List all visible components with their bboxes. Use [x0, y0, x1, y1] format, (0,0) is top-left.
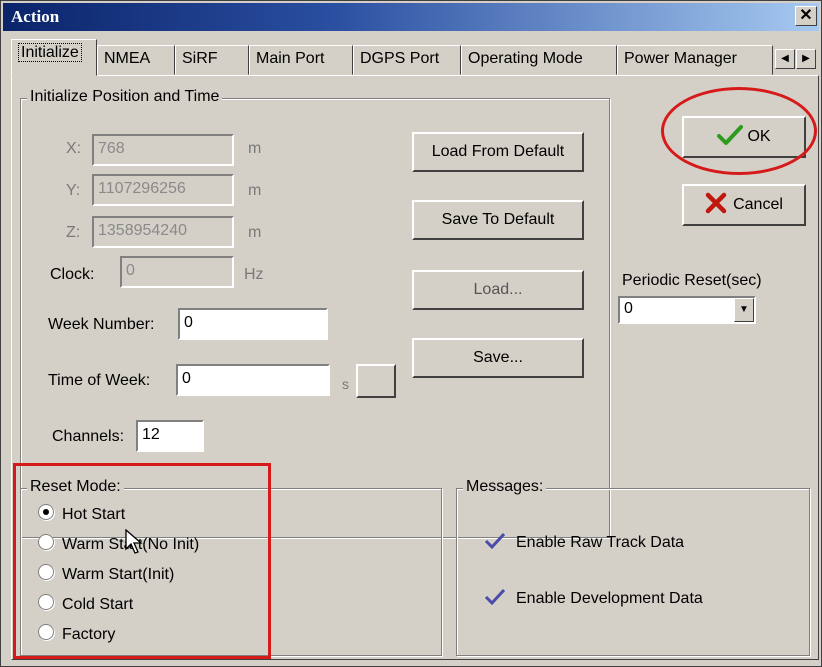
- init-group-title: Initialize Position and Time: [27, 88, 223, 106]
- tab-power-manager[interactable]: Power Manager: [617, 45, 773, 75]
- tab-initialize[interactable]: Initialize: [11, 39, 97, 76]
- radio-selected-icon: [38, 504, 54, 520]
- channels-label: Channels:: [52, 428, 125, 445]
- action-dialog: Action ✕ Initialize NMEA SiRF Main Port …: [0, 0, 822, 667]
- time-of-week-field[interactable]: 0: [176, 364, 330, 396]
- messages-group: Messages:: [456, 478, 810, 656]
- z-label: Z:: [66, 224, 81, 241]
- clock-field[interactable]: 0: [120, 256, 234, 288]
- z-unit: m: [248, 224, 262, 241]
- radio-hot-start[interactable]: Hot Start: [38, 504, 125, 524]
- y-label: Y:: [66, 182, 81, 199]
- load-button[interactable]: Load...: [412, 270, 584, 310]
- radio-icon: [38, 534, 54, 550]
- tab-scroll-right-button[interactable]: ▶: [796, 49, 816, 69]
- ok-label: OK: [747, 128, 771, 145]
- title-bar[interactable]: Action ✕: [3, 3, 819, 31]
- radio-icon: [38, 564, 54, 580]
- cancel-x-icon: [705, 192, 727, 214]
- time-of-week-label: Time of Week:: [48, 372, 151, 389]
- radio-icon: [38, 624, 54, 640]
- x-unit: m: [248, 140, 262, 157]
- periodic-reset-value: 0: [624, 300, 633, 317]
- save-to-default-button[interactable]: Save To Default: [412, 200, 584, 240]
- tab-main-port[interactable]: Main Port: [249, 45, 353, 75]
- tab-operating-mode[interactable]: Operating Mode: [461, 45, 617, 75]
- time-of-week-unit: s: [342, 376, 349, 392]
- checkbox-enable-raw-track-data[interactable]: Enable Raw Track Data: [484, 532, 684, 552]
- initialize-tab-page: Initialize Position and Time X: 768 m Y:…: [11, 75, 819, 660]
- save-button[interactable]: Save...: [412, 338, 584, 378]
- reset-mode-title: Reset Mode:: [27, 478, 124, 496]
- tab-sirf[interactable]: SiRF: [175, 45, 249, 75]
- chevron-down-icon[interactable]: ▼: [734, 298, 754, 322]
- cancel-label: Cancel: [733, 196, 783, 213]
- close-button[interactable]: ✕: [795, 6, 817, 26]
- week-number-label: Week Number:: [48, 316, 155, 333]
- cancel-button[interactable]: Cancel: [682, 184, 806, 226]
- channels-field[interactable]: 12: [136, 420, 204, 452]
- checkmark-icon: [484, 532, 506, 550]
- load-from-default-button[interactable]: Load From Default: [412, 132, 584, 172]
- y-field[interactable]: 1107296256: [92, 174, 234, 206]
- y-unit: m: [248, 182, 262, 199]
- radio-cold-start[interactable]: Cold Start: [38, 594, 133, 614]
- mouse-pointer-icon: [125, 529, 143, 554]
- periodic-reset-select[interactable]: 0 ▼: [618, 296, 756, 324]
- tab-scroll-left-button[interactable]: ◀: [775, 49, 795, 69]
- tab-nmea[interactable]: NMEA: [97, 45, 175, 75]
- periodic-reset-label: Periodic Reset(sec): [622, 272, 762, 289]
- x-field[interactable]: 768: [92, 134, 234, 166]
- checkbox-enable-development-data[interactable]: Enable Development Data: [484, 588, 703, 608]
- tab-strip: Initialize NMEA SiRF Main Port DGPS Port…: [11, 37, 819, 77]
- tab-dgps-port[interactable]: DGPS Port: [353, 45, 461, 75]
- radio-icon: [38, 594, 54, 610]
- checkmark-icon: [484, 588, 506, 606]
- week-number-field[interactable]: 0: [178, 308, 328, 340]
- x-label: X:: [66, 140, 82, 157]
- z-field[interactable]: 1358954240: [92, 216, 234, 248]
- radio-factory[interactable]: Factory: [38, 624, 115, 644]
- ok-button[interactable]: OK: [682, 116, 806, 158]
- checkmark-icon: [717, 125, 744, 145]
- messages-title: Messages:: [463, 478, 547, 496]
- window-title: Action: [11, 7, 60, 26]
- radio-warm-start-no-init[interactable]: Warm Start(No Init): [38, 534, 199, 554]
- clock-unit: Hz: [244, 266, 264, 283]
- radio-warm-start-init[interactable]: Warm Start(Init): [38, 564, 174, 584]
- clock-label: Clock:: [50, 266, 95, 283]
- time-of-week-picker-button[interactable]: [356, 364, 396, 398]
